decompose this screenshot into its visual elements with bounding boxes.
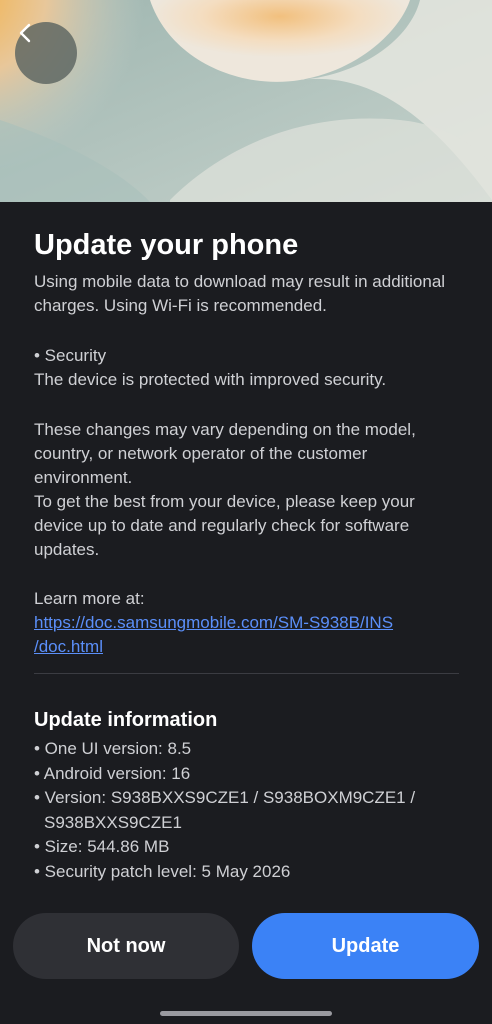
learn-more-label: Learn more at: xyxy=(34,589,145,608)
security-heading: • Security xyxy=(34,346,107,365)
build-version-continued: S938BXXS9CZE1 xyxy=(44,812,182,832)
divider xyxy=(34,673,459,674)
back-button[interactable] xyxy=(15,22,77,84)
one-ui-version: • One UI version: 8.5 xyxy=(34,739,192,758)
update-info-list: • One UI version: 8.5 • Android version:… xyxy=(34,737,464,884)
home-indicator[interactable] xyxy=(160,1011,332,1016)
security-patch-level: • Security patch level: 5 May 2026 xyxy=(34,861,291,881)
header-wallpaper xyxy=(0,0,492,202)
changes-text: These changes may vary depending on the … xyxy=(34,420,416,487)
learn-more-link[interactable]: https://doc.samsungmobile.com/SM-S938B/I… xyxy=(34,611,464,659)
not-now-button[interactable]: Not now xyxy=(13,913,239,979)
update-size: • Size: 544.86 MB xyxy=(34,837,170,856)
mobile-data-warning: Using mobile data to download may result… xyxy=(34,272,446,315)
update-info-heading: Update information xyxy=(34,709,218,731)
android-version: • Android version: 16 xyxy=(34,763,191,783)
update-content: Update your phone Using mobile data to d… xyxy=(34,226,464,884)
wallpaper-graphic xyxy=(0,0,492,202)
security-text: The device is protected with improved se… xyxy=(34,370,387,389)
update-button[interactable]: Update xyxy=(252,913,479,979)
learn-more-link-line1[interactable]: https://doc.samsungmobile.com/SM-S938B/I… xyxy=(34,611,464,635)
keep-updated-text: To get the best from your device, please… xyxy=(34,492,415,559)
page-title: Update your phone xyxy=(34,229,299,261)
learn-more-link-line2[interactable]: /doc.html xyxy=(34,635,464,659)
build-version: • Version: S938BXXS9CZE1 / S938BOXM9CZE1… xyxy=(34,788,416,807)
